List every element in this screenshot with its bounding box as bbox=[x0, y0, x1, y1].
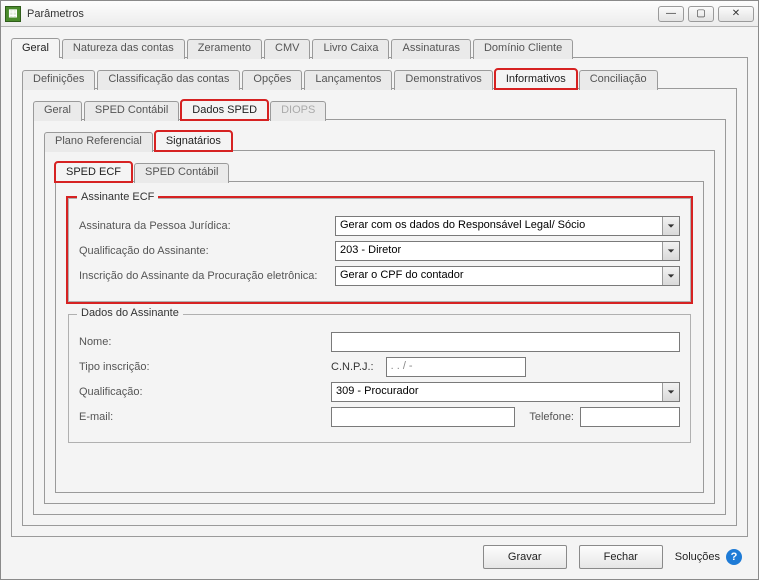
legend-dados-assinante: Dados do Assinante bbox=[77, 307, 183, 319]
label-assinatura-pj: Assinatura da Pessoa Jurídica: bbox=[79, 220, 329, 232]
label-qualificacao-assinante: Qualificação do Assinante: bbox=[79, 245, 329, 257]
chevron-down-icon[interactable] bbox=[662, 217, 679, 235]
tab-lancamentos[interactable]: Lançamentos bbox=[304, 70, 392, 90]
combo-inscricao-procuracao[interactable]: Gerar o CPF do contador bbox=[335, 266, 680, 286]
tab-conciliacao[interactable]: Conciliação bbox=[579, 70, 658, 90]
window-parametros: ▦ Parâmetros — ▢ ✕ Geral Natureza das co… bbox=[0, 0, 759, 580]
combo-qualificacao-assinante[interactable]: 203 - Diretor bbox=[335, 241, 680, 261]
tabstrip-level5: SPED ECF SPED Contábil bbox=[55, 161, 704, 181]
tab-opcoes[interactable]: Opções bbox=[242, 70, 302, 90]
group-assinante-ecf: Assinante ECF Assinatura da Pessoa Juríd… bbox=[68, 198, 691, 302]
tab-definicoes[interactable]: Definições bbox=[22, 70, 95, 90]
field-email[interactable] bbox=[331, 407, 515, 427]
tab-livro-caixa[interactable]: Livro Caixa bbox=[312, 39, 389, 59]
combo-assinatura-pj[interactable]: Gerar com os dados do Responsável Legal/… bbox=[335, 216, 680, 236]
titlebar: ▦ Parâmetros — ▢ ✕ bbox=[1, 1, 758, 27]
footer: Gravar Fechar Soluções ? bbox=[11, 537, 748, 569]
field-cnpj[interactable]: . . / - bbox=[386, 357, 526, 377]
label-cnpj-prefix: C.N.P.J.: bbox=[331, 361, 374, 373]
tab-l3-sped-contabil[interactable]: SPED Contábil bbox=[84, 101, 179, 121]
combo-qualificacao[interactable]: 309 - Procurador bbox=[331, 382, 680, 402]
solucoes-label: Soluções bbox=[675, 551, 720, 563]
tabstrip-level4: Plano Referencial Signatários bbox=[44, 130, 715, 150]
tabstrip-level1: Geral Natureza das contas Zeramento CMV … bbox=[11, 37, 748, 57]
tab-l4-plano-referencial[interactable]: Plano Referencial bbox=[44, 132, 153, 152]
minimize-button[interactable]: — bbox=[658, 6, 684, 22]
maximize-button[interactable]: ▢ bbox=[688, 6, 714, 22]
tabpanel-level3: Plano Referencial Signatários SPED ECF bbox=[33, 119, 726, 515]
label-tipo-inscricao: Tipo inscrição: bbox=[79, 361, 169, 373]
window-title: Parâmetros bbox=[27, 8, 84, 20]
label-email: E-mail: bbox=[79, 411, 169, 423]
chevron-down-icon[interactable] bbox=[662, 267, 679, 285]
tab-informativos[interactable]: Informativos bbox=[495, 69, 577, 89]
tab-cmv[interactable]: CMV bbox=[264, 39, 310, 59]
fechar-button[interactable]: Fechar bbox=[579, 545, 663, 569]
chevron-down-icon[interactable] bbox=[662, 383, 679, 401]
tab-dominio-cliente[interactable]: Domínio Cliente bbox=[473, 39, 573, 59]
tab-assinaturas[interactable]: Assinaturas bbox=[391, 39, 470, 59]
tab-l3-diops: DIOPS bbox=[270, 101, 326, 121]
tabpanel-level2: Geral SPED Contábil Dados SPED DIOPS Pla… bbox=[22, 88, 737, 526]
tab-l5-sped-ecf[interactable]: SPED ECF bbox=[55, 162, 132, 182]
tab-zeramento[interactable]: Zeramento bbox=[187, 39, 262, 59]
tab-l5-sped-contabil[interactable]: SPED Contábil bbox=[134, 163, 229, 183]
combo-qualificacao-assinante-value: 203 - Diretor bbox=[336, 242, 662, 260]
legend-assinante-ecf: Assinante ECF bbox=[77, 191, 158, 203]
tab-geral[interactable]: Geral bbox=[11, 38, 60, 58]
group-dados-assinante: Dados do Assinante Nome: bbox=[68, 314, 691, 443]
tab-l3-dados-sped[interactable]: Dados SPED bbox=[181, 100, 268, 120]
help-icon: ? bbox=[726, 549, 742, 565]
field-nome[interactable] bbox=[331, 332, 680, 352]
app-icon: ▦ bbox=[5, 6, 21, 22]
tab-classificacao-contas[interactable]: Classificação das contas bbox=[97, 70, 240, 90]
client-area: Geral Natureza das contas Zeramento CMV … bbox=[1, 27, 758, 579]
tabpanel-level4: SPED ECF SPED Contábil Assinante ECF bbox=[44, 150, 715, 504]
label-telefone: Telefone: bbox=[529, 411, 574, 423]
gravar-button[interactable]: Gravar bbox=[483, 545, 567, 569]
label-qualificacao: Qualificação: bbox=[79, 386, 169, 398]
combo-inscricao-procuracao-value: Gerar o CPF do contador bbox=[336, 267, 662, 285]
tab-demonstrativos[interactable]: Demonstrativos bbox=[394, 70, 492, 90]
combo-assinatura-pj-value: Gerar com os dados do Responsável Legal/… bbox=[336, 217, 662, 235]
label-inscricao-procuracao: Inscrição do Assinante da Procuração ele… bbox=[79, 270, 329, 282]
combo-qualificacao-value: 309 - Procurador bbox=[332, 383, 662, 401]
tab-l4-signatarios[interactable]: Signatários bbox=[155, 131, 232, 151]
tab-l3-geral[interactable]: Geral bbox=[33, 101, 82, 121]
chevron-down-icon[interactable] bbox=[662, 242, 679, 260]
field-telefone[interactable] bbox=[580, 407, 680, 427]
close-button[interactable]: ✕ bbox=[718, 6, 754, 22]
tabpanel-level5: Assinante ECF Assinatura da Pessoa Juríd… bbox=[55, 181, 704, 493]
tabpanel-level1: Definições Classificação das contas Opçõ… bbox=[11, 57, 748, 537]
tabstrip-level3: Geral SPED Contábil Dados SPED DIOPS bbox=[33, 99, 726, 119]
label-nome: Nome: bbox=[79, 336, 169, 348]
solucoes-link[interactable]: Soluções ? bbox=[675, 549, 742, 565]
tabstrip-level2: Definições Classificação das contas Opçõ… bbox=[22, 68, 737, 88]
tab-natureza-contas[interactable]: Natureza das contas bbox=[62, 39, 185, 59]
